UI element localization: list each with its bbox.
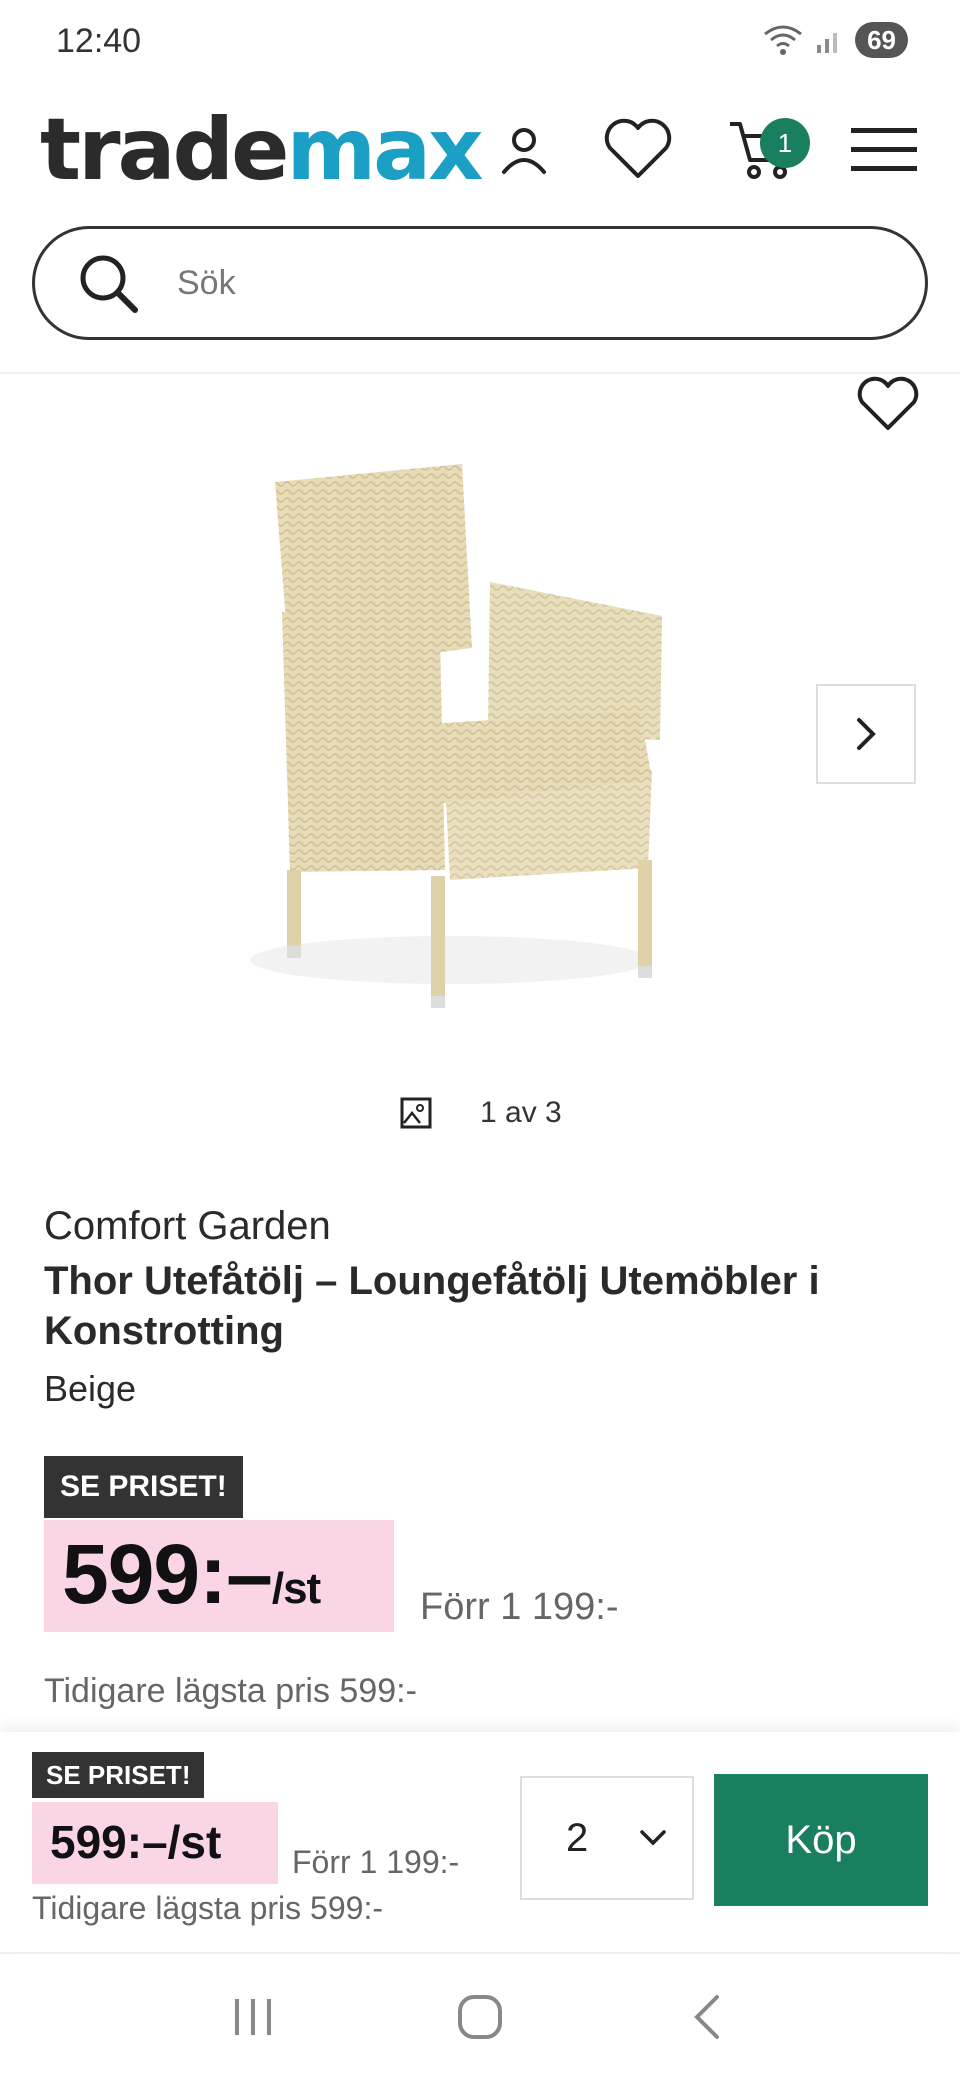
product-image — [250, 464, 662, 1008]
product-color: Beige — [44, 1368, 137, 1409]
buy-button[interactable]: Köp — [714, 1774, 928, 1906]
chevron-right-icon — [857, 718, 876, 750]
price-campaign-badge: SE PRISET! — [44, 1456, 243, 1518]
menu-button[interactable] — [844, 110, 924, 190]
price-previous: Förr 1 199:- — [420, 1586, 619, 1628]
price-box: 599:–/st — [44, 1520, 394, 1632]
product-title: Thor Utefåtölj – Loungefåtölj Utemöbler … — [44, 1259, 820, 1353]
search-icon — [80, 255, 138, 313]
logo-text-max: max — [286, 100, 483, 200]
price-value: 599:– — [62, 1527, 273, 1621]
sticky-price-box: 599:–/st — [32, 1802, 278, 1884]
cart-count-badge: 1 — [760, 118, 810, 168]
price-lowest-previous: Tidigare lägsta pris 599:- — [44, 1672, 417, 1710]
sticky-price-lowest-previous: Tidigare lägsta pris 599:- — [32, 1890, 383, 1926]
account-icon — [502, 128, 546, 174]
account-button[interactable] — [484, 110, 564, 190]
logo-text-trade: trade — [40, 100, 289, 200]
gallery-counter-text: 1 av 3 — [480, 1096, 562, 1129]
gallery-counter: 1 av 3 — [400, 1096, 562, 1130]
cart-button[interactable]: 1 — [722, 110, 810, 190]
sticky-campaign-badge: SE PRISET! — [32, 1752, 205, 1798]
back-icon — [693, 1995, 719, 2039]
status-time: 12:40 — [56, 22, 142, 60]
heart-icon — [857, 376, 919, 430]
menu-icon — [851, 128, 917, 171]
image-icon — [400, 1097, 432, 1129]
price-current: 599:–/st — [62, 1524, 321, 1639]
header-divider — [0, 372, 960, 374]
wishlist-button[interactable] — [598, 110, 678, 190]
search-input[interactable] — [177, 263, 857, 303]
status-bar: 12:40 69 — [0, 0, 960, 84]
back-button[interactable] — [662, 1972, 752, 2062]
search-bar[interactable] — [32, 226, 928, 340]
product-brand[interactable]: Comfort Garden — [44, 1204, 331, 1249]
sticky-price: 599:–/st — [50, 1816, 222, 1868]
home-icon — [457, 1995, 502, 2039]
signal-icon — [817, 33, 838, 53]
trademax-logo[interactable]: trademax — [40, 100, 484, 200]
chevron-down-icon — [640, 1830, 666, 1846]
heart-icon — [604, 118, 672, 178]
gallery-next-button[interactable] — [816, 684, 916, 784]
product-favorite-button[interactable] — [852, 372, 924, 444]
battery-icon: 69 — [855, 22, 908, 58]
home-button[interactable] — [435, 1972, 525, 2062]
status-icons: 69 — [763, 22, 908, 58]
recent-apps-button[interactable] — [208, 1972, 298, 2062]
price-unit: /st — [271, 1564, 321, 1613]
site-header: trademax 1 — [0, 90, 960, 200]
quantity-value: 2 — [566, 1815, 589, 1860]
wifi-icon — [764, 25, 802, 55]
sticky-buy-bar: SE PRISET! 599:–/st Förr 1 199:- Tidigar… — [0, 1732, 960, 1952]
quantity-select[interactable]: 2 — [520, 1776, 694, 1900]
system-nav-bar — [0, 1954, 960, 2080]
sticky-price-previous: Förr 1 199:- — [292, 1844, 460, 1880]
recent-apps-icon — [235, 1999, 272, 2035]
